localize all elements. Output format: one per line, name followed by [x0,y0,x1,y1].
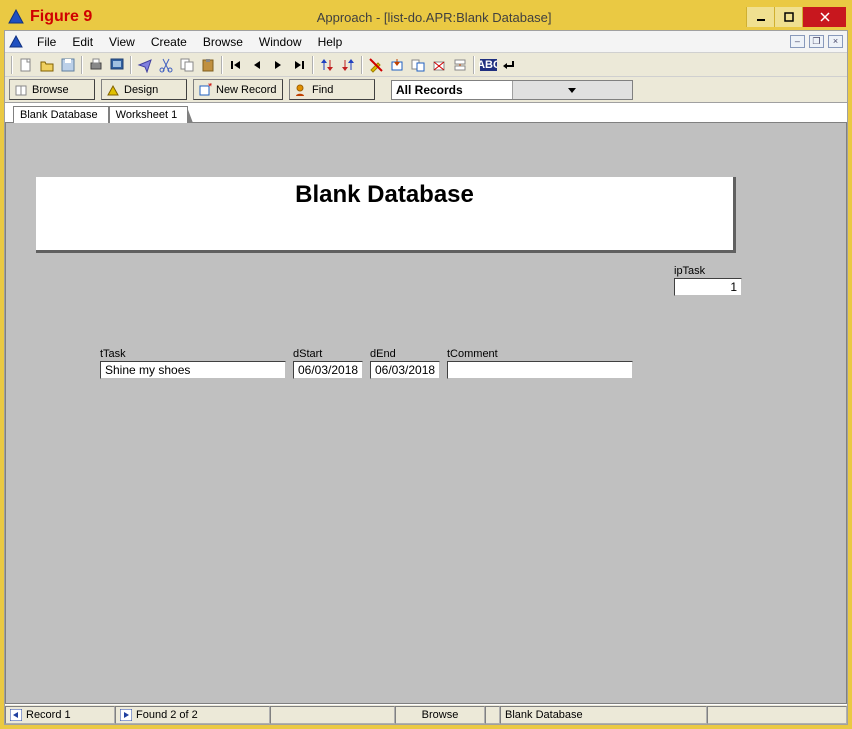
menu-create[interactable]: Create [143,33,195,51]
new-record-label: New Record [216,84,277,96]
application-window: File Edit View Create Browse Window Help… [4,30,848,725]
menu-help[interactable]: Help [310,33,351,51]
status-found[interactable]: Found 2 of 2 [115,706,270,724]
save-icon[interactable] [58,55,78,75]
sort-asc-icon[interactable] [317,55,337,75]
paste-icon[interactable] [198,55,218,75]
status-record-text: Record 1 [26,709,71,721]
form-header-panel: Blank Database [36,177,736,253]
field-dstart: dStart 06/03/2018 [293,348,363,379]
send-icon[interactable] [135,55,155,75]
ttask-input[interactable]: Shine my shoes [100,361,286,379]
menu-bar: File Edit View Create Browse Window Help… [5,31,847,53]
arrow-right-box-icon [120,709,132,721]
status-mode[interactable]: Browse [395,706,485,724]
status-found-text: Found 2 of 2 [136,709,198,721]
enter-icon[interactable] [499,55,519,75]
field-dend: dEnd 06/03/2018 [370,348,440,379]
status-bar: Record 1 Found 2 of 2 Browse Blank Datab… [5,704,847,724]
find-button[interactable]: Find [289,79,375,100]
mdi-restore-button[interactable]: ❐ [809,35,824,48]
duplicate-icon[interactable] [408,55,428,75]
app-small-icon [9,35,23,49]
new-page-icon: * [198,83,212,97]
new-record-button[interactable]: * New Record [193,79,283,100]
fill-icon[interactable] [450,55,470,75]
chevron-down-icon [512,81,633,99]
window-control-buttons [746,6,846,28]
find-person-icon [294,83,308,97]
browse-button[interactable]: Browse [9,79,95,100]
svg-text:*: * [208,83,212,93]
figure-label: Figure 9 [30,8,92,26]
iptask-input[interactable]: 1 [674,278,742,296]
dstart-input[interactable]: 06/03/2018 [293,361,363,379]
tcomment-label: tComment [447,348,633,360]
tcomment-input[interactable] [447,361,633,379]
dend-label: dEnd [370,348,440,360]
outer-window-frame: Figure 9 Approach - [list-do.APR:Blank D… [0,0,852,729]
insert-icon[interactable] [387,55,407,75]
mdi-buttons: – ❐ × [789,35,843,48]
prev-record-icon[interactable] [247,55,267,75]
minimize-button[interactable] [746,7,774,27]
status-db[interactable]: Blank Database [500,706,707,724]
title-bar: Figure 9 Approach - [list-do.APR:Blank D… [4,4,848,30]
main-toolbar: ABC [5,53,847,77]
status-blank2 [707,706,847,724]
new-file-icon[interactable] [16,55,36,75]
first-record-icon[interactable] [226,55,246,75]
triangle-icon [106,83,120,97]
field-ttask: tTask Shine my shoes [100,348,286,379]
svg-text:ABC: ABC [479,59,497,71]
delete-icon[interactable] [429,55,449,75]
find-label: Find [312,84,333,96]
design-label: Design [124,84,158,96]
status-blank1 [270,706,395,724]
maximize-button[interactable] [774,7,802,27]
form-canvas: Blank Database ipTask 1 tTask Shine my s… [5,123,847,704]
folder-open-icon[interactable] [37,55,57,75]
close-button[interactable] [802,7,846,27]
tab-worksheet-1[interactable]: Worksheet 1 [109,106,189,123]
browse-label: Browse [32,84,69,96]
next-record-icon[interactable] [268,55,288,75]
field-iptask: ipTask 1 [674,265,742,296]
no-edit-icon[interactable] [366,55,386,75]
menu-view[interactable]: View [101,33,143,51]
mdi-minimize-button[interactable]: – [790,35,805,48]
cut-icon[interactable] [156,55,176,75]
view-tabs: Blank Database Worksheet 1 [5,103,847,123]
menu-file[interactable]: File [29,33,64,51]
dropdown-value: All Records [392,83,512,97]
sort-desc-icon[interactable] [338,55,358,75]
menu-browse[interactable]: Browse [195,33,251,51]
ttask-label: tTask [100,348,286,360]
action-bar: Browse Design * New Record Find All Reco… [5,77,847,103]
app-icon [8,9,24,25]
spellcheck-icon[interactable]: ABC [478,55,498,75]
iptask-label: ipTask [674,265,742,277]
window-title: Approach - [list-do.APR:Blank Database] [122,10,746,25]
book-icon [14,83,28,97]
field-tcomment: tComment [447,348,633,379]
menu-window[interactable]: Window [251,33,310,51]
arrow-left-box-icon [10,709,22,721]
last-record-icon[interactable] [289,55,309,75]
print-icon[interactable] [86,55,106,75]
record-filter-dropdown[interactable]: All Records [391,80,633,100]
form-title: Blank Database [36,181,733,209]
dend-input[interactable]: 06/03/2018 [370,361,440,379]
dstart-label: dStart [293,348,363,360]
preview-icon[interactable] [107,55,127,75]
menu-edit[interactable]: Edit [64,33,101,51]
tab-blank-database[interactable]: Blank Database [13,106,109,123]
status-sep [485,706,500,724]
design-button[interactable]: Design [101,79,187,100]
copy-icon[interactable] [177,55,197,75]
status-record[interactable]: Record 1 [5,706,115,724]
mdi-close-button[interactable]: × [828,35,843,48]
